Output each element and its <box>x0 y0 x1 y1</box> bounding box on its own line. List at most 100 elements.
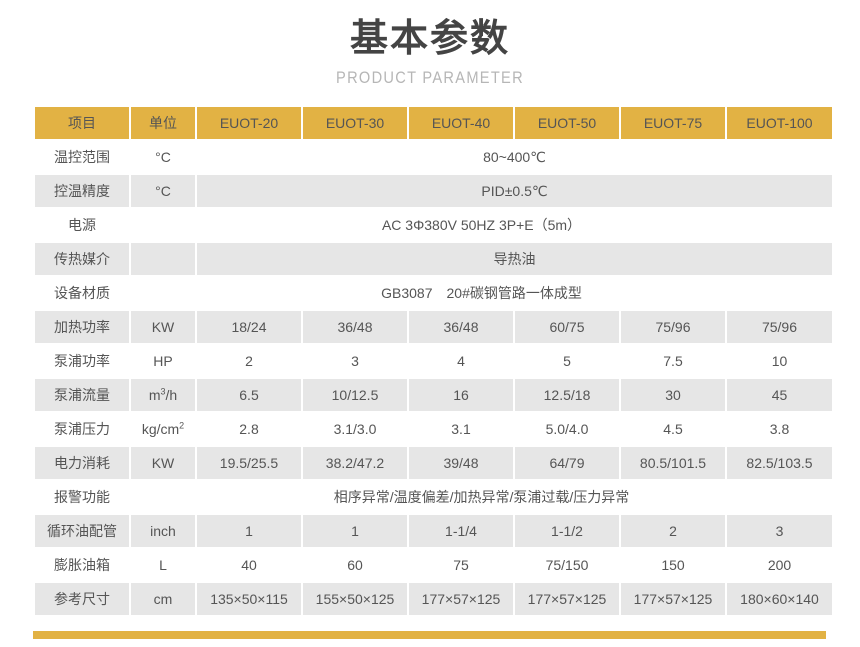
page-title: 基本参数 <box>349 18 510 60</box>
table-row: 电力消耗 KW 19.5/25.5 38.2/47.2 39/48 64/79 80.5/1… <box>35 447 832 479</box>
row-merged-value: 80~400℃ <box>197 141 832 173</box>
cell-value: 4.5 <box>621 413 725 445</box>
cell-value: 1-1/4 <box>409 515 513 547</box>
row-unit: cm <box>131 583 195 615</box>
cell-value: 1-1/2 <box>515 515 619 547</box>
row-unit: HP <box>131 345 195 377</box>
unit-tail: /h <box>165 387 178 403</box>
table-row: 循环油配管 inch 1 1 1-1/4 1-1/2 2 3 <box>35 515 832 547</box>
table-row: 泵浦压力 kg/cm2 2.8 3.1/3.0 3.1 5.0/4.0 4.5 3.8 <box>35 413 832 445</box>
row-label: 传热媒介 <box>35 243 129 275</box>
cell-value: 2.8 <box>197 413 301 445</box>
footer-accent-bar <box>33 631 826 639</box>
unit-base: m <box>148 387 161 403</box>
table-row: 温控范围 °C 80~400℃ <box>35 141 832 173</box>
cell-value: 177×57×125 <box>621 583 725 615</box>
cell-value: 60 <box>303 549 407 581</box>
row-label: 温控范围 <box>35 141 129 173</box>
table-row: 报警功能 相序异常/温度偏差/加热异常/泵浦过载/压力异常 <box>35 481 832 513</box>
cell-value: 10/12.5 <box>303 379 407 411</box>
row-unit: KW <box>131 311 195 343</box>
cell-value: 16 <box>409 379 513 411</box>
table-header-cell-m50: EUOT-50 <box>515 107 619 139</box>
cell-value: 180×60×140 <box>727 583 832 615</box>
row-unit: m3/h <box>131 379 195 411</box>
cell-value: 38.2/47.2 <box>303 447 407 479</box>
row-unit <box>131 243 195 275</box>
table-row: 电源 AC 3Φ380V 50HZ 3P+E（5m） <box>35 209 832 241</box>
cell-value: 40 <box>197 549 301 581</box>
cell-value: 80.5/101.5 <box>621 447 725 479</box>
row-merged-value: 导热油 <box>197 243 832 275</box>
table-header-cell-unit: 单位 <box>131 107 195 139</box>
cell-value: 30 <box>621 379 725 411</box>
cell-value: 2 <box>621 515 725 547</box>
cell-value: 36/48 <box>303 311 407 343</box>
parameter-table: 项目 单位 EUOT-20 EUOT-30 EUOT-40 EUOT-50 EUOT-75 E… <box>33 105 834 617</box>
table-header-cell-m75: EUOT-75 <box>621 107 725 139</box>
table-row: 泵浦流量 m3/h 6.5 10/12.5 16 12.5/18 30 45 <box>35 379 832 411</box>
row-unit: °C <box>131 175 195 207</box>
cell-value: 7.5 <box>621 345 725 377</box>
cell-value: 82.5/103.5 <box>727 447 832 479</box>
cell-value: 64/79 <box>515 447 619 479</box>
table-row: 膨胀油箱 L 40 60 75 75/150 150 200 <box>35 549 832 581</box>
cell-value: 3.1/3.0 <box>303 413 407 445</box>
cell-value: 1 <box>303 515 407 547</box>
cell-value: 155×50×125 <box>303 583 407 615</box>
title-block: 基本参数 PRODUCT PARAMETER <box>0 0 860 90</box>
row-unit: KW <box>131 447 195 479</box>
parameter-table-wrapper: 项目 单位 EUOT-20 EUOT-30 EUOT-40 EUOT-50 EUOT-75 E… <box>33 105 832 617</box>
cell-value: 3.8 <box>727 413 832 445</box>
table-row: 泵浦功率 HP 2 3 4 5 7.5 10 <box>35 345 832 377</box>
cell-value: 36/48 <box>409 311 513 343</box>
cell-value: 18/24 <box>197 311 301 343</box>
table-header-cell-item: 项目 <box>35 107 129 139</box>
row-label: 泵浦压力 <box>35 413 129 445</box>
cell-value: 177×57×125 <box>409 583 513 615</box>
cell-value: 177×57×125 <box>515 583 619 615</box>
cell-value: 39/48 <box>409 447 513 479</box>
table-body: 温控范围 °C 80~400℃ 控温精度 °C PID±0.5℃ 电源 AC 3Φ380V 5… <box>35 141 832 615</box>
row-label: 报警功能 <box>35 481 129 513</box>
cell-value: 2 <box>197 345 301 377</box>
cell-value: 5 <box>515 345 619 377</box>
table-header: 项目 单位 EUOT-20 EUOT-30 EUOT-40 EUOT-50 EUOT-75 E… <box>35 107 832 139</box>
cell-value: 75/96 <box>621 311 725 343</box>
row-unit: inch <box>131 515 195 547</box>
row-label: 设备材质 <box>35 277 129 309</box>
row-label: 参考尺寸 <box>35 583 129 615</box>
table-row: 参考尺寸 cm 135×50×115 155×50×125 177×57×125 177×… <box>35 583 832 615</box>
table-header-cell-m100: EUOT-100 <box>727 107 832 139</box>
row-label: 泵浦功率 <box>35 345 129 377</box>
cell-value: 45 <box>727 379 832 411</box>
cell-value: 4 <box>409 345 513 377</box>
cell-value: 3.1 <box>409 413 513 445</box>
cell-value: 19.5/25.5 <box>197 447 301 479</box>
row-label: 电源 <box>35 209 129 241</box>
cell-value: 60/75 <box>515 311 619 343</box>
table-row: 设备材质 GB3087 20#碳钢管路一体成型 <box>35 277 832 309</box>
page-subtitle: PRODUCT PARAMETER <box>336 68 524 87</box>
row-label: 控温精度 <box>35 175 129 207</box>
unit-base: kg/cm <box>141 421 180 437</box>
table-header-row: 项目 单位 EUOT-20 EUOT-30 EUOT-40 EUOT-50 EUOT-75 E… <box>35 107 832 139</box>
table-row: 加热功率 KW 18/24 36/48 36/48 60/75 75/96 75/96 <box>35 311 832 343</box>
row-label: 电力消耗 <box>35 447 129 479</box>
cell-value: 12.5/18 <box>515 379 619 411</box>
cell-value: 1 <box>197 515 301 547</box>
cell-value: 75/96 <box>727 311 832 343</box>
cell-value: 5.0/4.0 <box>515 413 619 445</box>
row-merged-value: 相序异常/温度偏差/加热异常/泵浦过载/压力异常 <box>333 489 630 505</box>
row-unit: °C <box>131 141 195 173</box>
unit-superscript: 2 <box>179 420 185 431</box>
row-merged-value: PID±0.5℃ <box>197 175 832 207</box>
cell-value: 135×50×115 <box>197 583 301 615</box>
cell-value: 3 <box>303 345 407 377</box>
row-merged-value: AC 3Φ380V 50HZ 3P+E（5m） <box>381 217 582 233</box>
cell-value: 200 <box>727 549 832 581</box>
row-label: 加热功率 <box>35 311 129 343</box>
table-row: 控温精度 °C PID±0.5℃ <box>35 175 832 207</box>
table-header-cell-m40: EUOT-40 <box>409 107 513 139</box>
cell-value: 3 <box>727 515 832 547</box>
